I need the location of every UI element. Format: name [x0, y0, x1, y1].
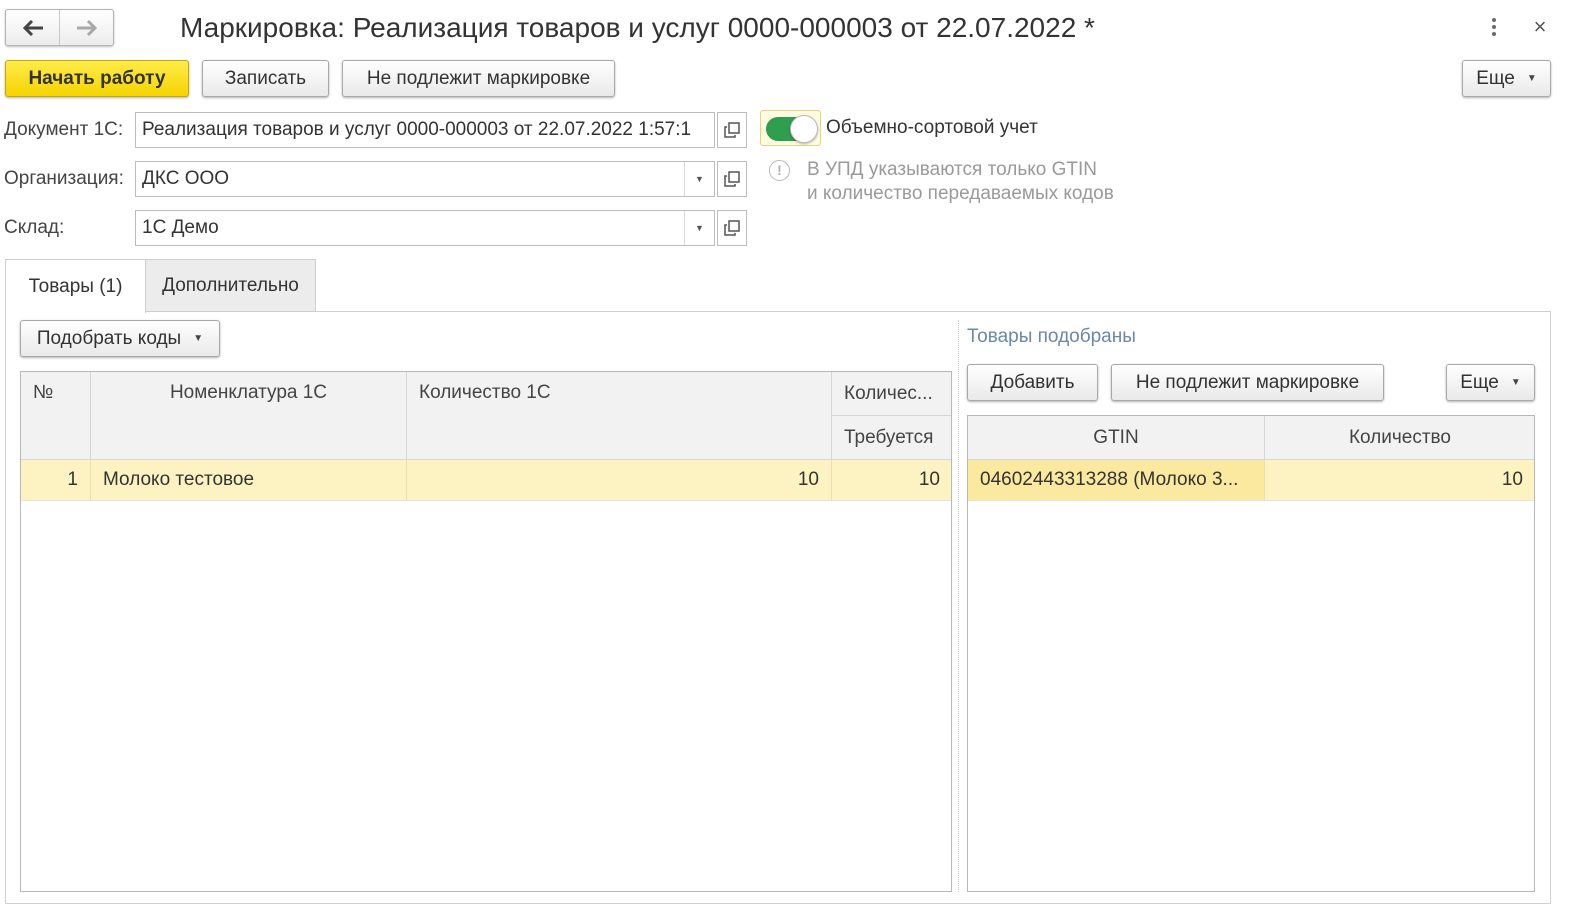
cell-gtin-qty: 10	[1265, 460, 1534, 500]
open-window-icon	[724, 171, 740, 187]
arrow-left-icon	[22, 19, 43, 36]
right-not-marked-button[interactable]: Не подлежит маркировке	[1111, 364, 1384, 401]
dropdown-arrow-icon[interactable]: ▼	[684, 162, 714, 196]
cell-qty: 10	[407, 460, 832, 500]
warehouse-open-button[interactable]	[717, 210, 747, 246]
save-button[interactable]: Записать	[202, 60, 329, 97]
organization-label: Организация:	[4, 168, 124, 189]
cell-gtin: 04602443313288 (Молоко 3...	[968, 460, 1265, 500]
col-header-qty[interactable]: Количество 1С	[407, 372, 832, 460]
chevron-down-icon: ▼	[1526, 73, 1537, 84]
document-field[interactable]: Реализация товаров и услуг 0000-000003 о…	[135, 112, 715, 148]
volume-sort-toggle[interactable]	[760, 110, 821, 146]
tab-additional[interactable]: Дополнительно	[145, 259, 316, 312]
document-value: Реализация товаров и услуг 0000-000003 о…	[142, 119, 692, 140]
col-header-required[interactable]: Требуется	[832, 416, 951, 460]
right-more-label: Еще	[1460, 371, 1499, 393]
back-button[interactable]	[6, 10, 59, 45]
toggle-switch	[766, 115, 818, 143]
warehouse-value: 1С Демо	[142, 217, 219, 238]
cell-nomenclature: Молоко тестовое	[91, 460, 407, 500]
more-button[interactable]: Еще ▼	[1462, 60, 1551, 97]
volume-sort-label: Объемно-сортовой учет	[826, 117, 1038, 138]
document-label: Документ 1С:	[4, 119, 124, 140]
pick-codes-button[interactable]: Подобрать коды ▼	[20, 320, 220, 357]
col-header-gtin-qty[interactable]: Количество	[1265, 416, 1534, 460]
organization-value: ДКС ООО	[142, 168, 230, 189]
more-actions-icon[interactable]	[1484, 14, 1504, 40]
chevron-down-icon: ▼	[1510, 377, 1521, 388]
gtin-table: GTIN Количество 04602443313288 (Молоко 3…	[967, 415, 1535, 892]
selected-goods-title: Товары подобраны	[967, 326, 1136, 347]
cell-required: 10	[832, 460, 951, 500]
start-work-button[interactable]: Начать работу	[5, 60, 189, 97]
chevron-down-icon: ▼	[193, 333, 204, 344]
row-divider	[968, 500, 1534, 501]
open-window-icon	[724, 220, 740, 236]
organization-open-button[interactable]	[717, 161, 747, 197]
open-window-icon	[724, 122, 740, 138]
warehouse-field[interactable]: 1С Демо ▼	[135, 210, 715, 246]
close-icon[interactable]: ×	[1528, 15, 1552, 39]
info-icon: !	[769, 160, 790, 181]
info-text: В УПД указываются только GTIN и количест…	[807, 158, 1114, 206]
warehouse-label: Склад:	[4, 217, 65, 238]
col-header-nomenclature[interactable]: Номенклатура 1С	[91, 372, 407, 460]
page-title: Маркировка: Реализация товаров и услуг 0…	[180, 12, 1095, 43]
nav-buttons	[5, 9, 114, 46]
row-divider	[21, 500, 951, 501]
info-line-2: и количество передаваемых кодов	[807, 183, 1114, 204]
arrow-right-icon	[76, 19, 97, 36]
forward-button[interactable]	[59, 10, 113, 45]
more-button-label: Еще	[1476, 67, 1515, 89]
tab-goods[interactable]: Товары (1)	[5, 259, 146, 313]
not-marked-button[interactable]: Не подлежит маркировке	[342, 60, 615, 97]
col-header-qty-short[interactable]: Количес...	[832, 372, 951, 416]
col-header-num[interactable]: №	[21, 372, 91, 460]
organization-field[interactable]: ДКС ООО ▼	[135, 161, 715, 197]
goods-table: № Номенклатура 1С Количество 1С Количес.…	[20, 371, 952, 892]
add-button[interactable]: Добавить	[967, 364, 1098, 401]
document-open-button[interactable]	[717, 112, 747, 148]
cell-num: 1	[21, 460, 91, 500]
panel-divider	[958, 320, 959, 892]
right-more-button[interactable]: Еще ▼	[1446, 364, 1535, 401]
col-header-gtin[interactable]: GTIN	[968, 416, 1265, 460]
dropdown-arrow-icon[interactable]: ▼	[684, 211, 714, 245]
toggle-knob	[790, 115, 818, 143]
info-line-1: В УПД указываются только GTIN	[807, 159, 1097, 180]
pick-codes-label: Подобрать коды	[36, 327, 182, 349]
